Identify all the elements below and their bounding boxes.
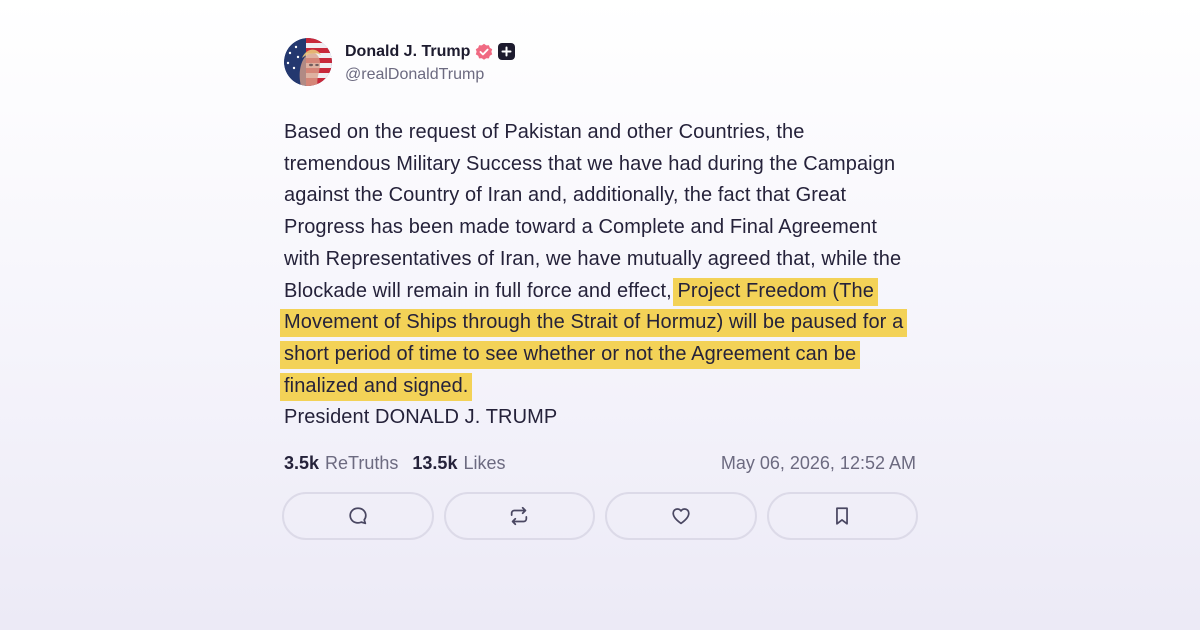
action-bar xyxy=(282,492,918,541)
avatar[interactable] xyxy=(284,38,332,86)
post-stats: 3.5k ReTruths 13.5k Likes May 06, 2026, … xyxy=(284,448,916,478)
retruths-label[interactable]: ReTruths xyxy=(325,453,398,474)
name-row: Donald J. Trump xyxy=(345,41,516,63)
post-signature: President DONALD J. TRUMP xyxy=(284,406,558,429)
post-header: Donald J. Trump @realDonaldTrump xyxy=(284,38,916,86)
reply-button[interactable] xyxy=(282,492,434,541)
retruth-button[interactable] xyxy=(443,492,595,541)
avatar-image xyxy=(284,38,332,86)
likes-count[interactable]: 13.5k xyxy=(412,453,457,474)
likes-label[interactable]: Likes xyxy=(463,453,505,474)
verified-badge-icon xyxy=(475,43,493,61)
like-button[interactable] xyxy=(605,492,757,541)
post-timestamp: May 06, 2026, 12:52 AM xyxy=(720,452,916,473)
bookmark-button[interactable] xyxy=(766,492,918,541)
retruth-icon xyxy=(511,506,528,526)
retruths-count[interactable]: 3.5k xyxy=(284,453,319,474)
heart-icon xyxy=(672,508,690,525)
author-handle[interactable]: @realDonaldTrump xyxy=(345,66,515,84)
plus-square-icon xyxy=(498,43,516,60)
post-body: Based on the request of Pakistan and oth… xyxy=(284,117,916,434)
reply-icon xyxy=(349,507,367,525)
bookmark-icon xyxy=(836,507,849,525)
truth-post: Donald J. Trump @realDonaldTrump Based o… xyxy=(282,38,918,541)
post-text: Based on the request of Pakistan and oth… xyxy=(284,121,902,302)
author-name[interactable]: Donald J. Trump xyxy=(345,43,470,61)
author-info: Donald J. Trump @realDonaldTrump xyxy=(345,41,516,84)
